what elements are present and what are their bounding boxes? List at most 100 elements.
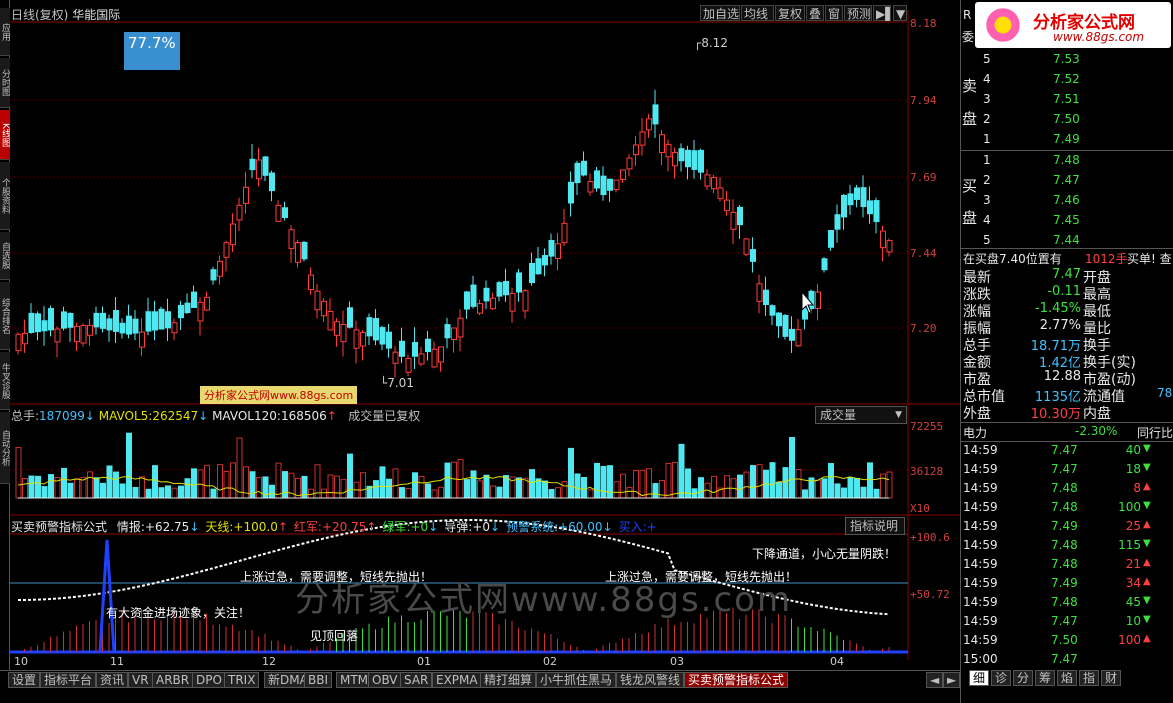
indicator-tab[interactable]: OBV — [368, 672, 402, 688]
indicator-tab[interactable]: BBI — [304, 672, 333, 688]
indicator-tab[interactable]: EXPMA — [432, 672, 482, 688]
candle-body — [509, 292, 516, 312]
candle-body — [152, 311, 158, 331]
candle-body — [444, 324, 451, 339]
indicator-tab[interactable]: DPO — [192, 672, 226, 688]
play-icon[interactable]: ▶▌ — [873, 5, 894, 21]
scroll-left-icon[interactable]: ◄ — [926, 672, 944, 688]
up-arrow-icon: ▲ — [1143, 557, 1151, 568]
indicator-tab[interactable]: ARBR — [152, 672, 194, 688]
detail-tab[interactable]: 诊 — [991, 670, 1011, 686]
volume-bar — [698, 477, 704, 499]
volume-bar — [152, 465, 158, 499]
indicator-tab[interactable]: VR — [128, 672, 153, 688]
down-arrow-icon: ↓ — [189, 520, 200, 534]
candle-body — [828, 230, 834, 248]
indicator-tab[interactable]: 买卖预警指标公式 — [684, 672, 789, 688]
candle-body — [262, 156, 269, 176]
detail-tab[interactable]: 筹 — [1035, 670, 1055, 686]
volume-bar — [483, 474, 490, 499]
tick-volume: 45 — [1125, 595, 1141, 609]
volume-bar — [613, 481, 620, 499]
candle-body — [802, 307, 808, 320]
indicator-item-label: 绿军: — [382, 520, 411, 534]
candle-body — [126, 315, 132, 335]
volume-indicator-dropdown[interactable]: 成交量 ▼ — [815, 406, 907, 424]
x-axis-month: 10 — [14, 655, 28, 668]
detail-tab[interactable]: 指 — [1079, 670, 1099, 686]
indicator-help-button[interactable]: 指标说明 — [845, 517, 905, 535]
big-order-volume: 1012手 — [1085, 252, 1128, 266]
candle-body — [379, 327, 386, 345]
buy-price: 7.47 — [1053, 173, 1080, 187]
volume-bar — [516, 477, 522, 499]
volume-bar — [795, 468, 802, 499]
detail-tab[interactable]: 焰 — [1057, 670, 1077, 686]
window-button[interactable]: 窗 — [825, 5, 843, 21]
ma-button[interactable]: 均线 — [741, 5, 774, 21]
candle-body — [542, 255, 548, 266]
divider — [961, 441, 1173, 442]
volume-bar — [672, 461, 678, 499]
kline-chart[interactable] — [0, 0, 960, 670]
volume-bar — [451, 461, 457, 499]
tick-time: 14:59 — [963, 443, 998, 457]
candle-body — [249, 158, 256, 171]
volume-tick: 36128 — [910, 465, 944, 478]
forecast-button[interactable]: 预测 — [844, 5, 872, 21]
volume-bar — [568, 447, 574, 499]
candle-body — [782, 314, 789, 337]
candle-body — [28, 312, 35, 333]
indicator-tab[interactable]: 指标平台 — [40, 672, 97, 688]
candle-body — [795, 329, 802, 347]
candle-body — [867, 200, 873, 215]
add-watchlist-button[interactable]: 加自选 — [700, 5, 740, 21]
indicator-tab[interactable]: 设置 — [8, 672, 41, 688]
candle-body — [132, 318, 139, 334]
candle-body — [405, 358, 412, 373]
buy-level: 2 — [983, 173, 991, 187]
candle-body — [353, 329, 360, 349]
sell-price: 7.53 — [1053, 52, 1080, 66]
candle-body — [516, 272, 522, 293]
price-tick: 7.94 — [910, 94, 937, 107]
detail-tab[interactable]: 财 — [1101, 670, 1121, 686]
indicator-tab[interactable]: 精打细算 — [480, 672, 537, 688]
indicator-note: 见顶回落 — [310, 629, 359, 643]
candle-body — [847, 193, 854, 206]
indicator-tab[interactable]: 小牛抓住黑马 — [536, 672, 617, 688]
detail-tab[interactable]: 分 — [1013, 670, 1033, 686]
indicator-tab[interactable]: TRIX — [224, 672, 260, 688]
overlay-button[interactable]: 叠 — [806, 5, 824, 21]
sell-price: 7.51 — [1053, 92, 1080, 106]
indicator-tab[interactable]: MTM — [336, 672, 373, 688]
tick-price: 7.48 — [1051, 500, 1078, 514]
candle-body — [607, 178, 613, 191]
big-order-notice-tail: 买单! 查 — [1127, 252, 1172, 266]
volume-bar — [204, 464, 210, 499]
tick-time: 14:59 — [963, 557, 998, 571]
down-arrow-icon: ↓ — [490, 520, 501, 534]
volume-bar — [360, 472, 366, 499]
indicator-tab[interactable]: SAR — [400, 672, 433, 688]
candle-body — [737, 206, 743, 226]
sell-label: 盘 — [962, 110, 978, 128]
detail-tab[interactable]: 细 — [969, 670, 989, 686]
x-axis-month: 03 — [670, 655, 684, 668]
candle-body — [171, 322, 178, 334]
tick-time: 14:59 — [963, 462, 998, 476]
scroll-right-icon[interactable]: ► — [943, 672, 961, 688]
volume-bar — [418, 475, 425, 499]
restore-button[interactable]: 复权 — [775, 5, 805, 21]
down-arrow-icon: ▼ — [1143, 443, 1151, 454]
buy-label: 买 — [962, 177, 978, 195]
candle-body — [217, 260, 223, 277]
flower-icon — [983, 6, 1023, 44]
volume-bar — [93, 477, 100, 499]
candle-body — [451, 327, 457, 340]
volume-bar — [236, 437, 243, 499]
candle-body — [100, 312, 106, 329]
indicator-tab[interactable]: 资讯 — [96, 672, 129, 688]
indicator-tab[interactable]: 钱龙风警线 — [616, 672, 685, 688]
chevron-down-icon[interactable]: ▼ — [893, 5, 907, 21]
